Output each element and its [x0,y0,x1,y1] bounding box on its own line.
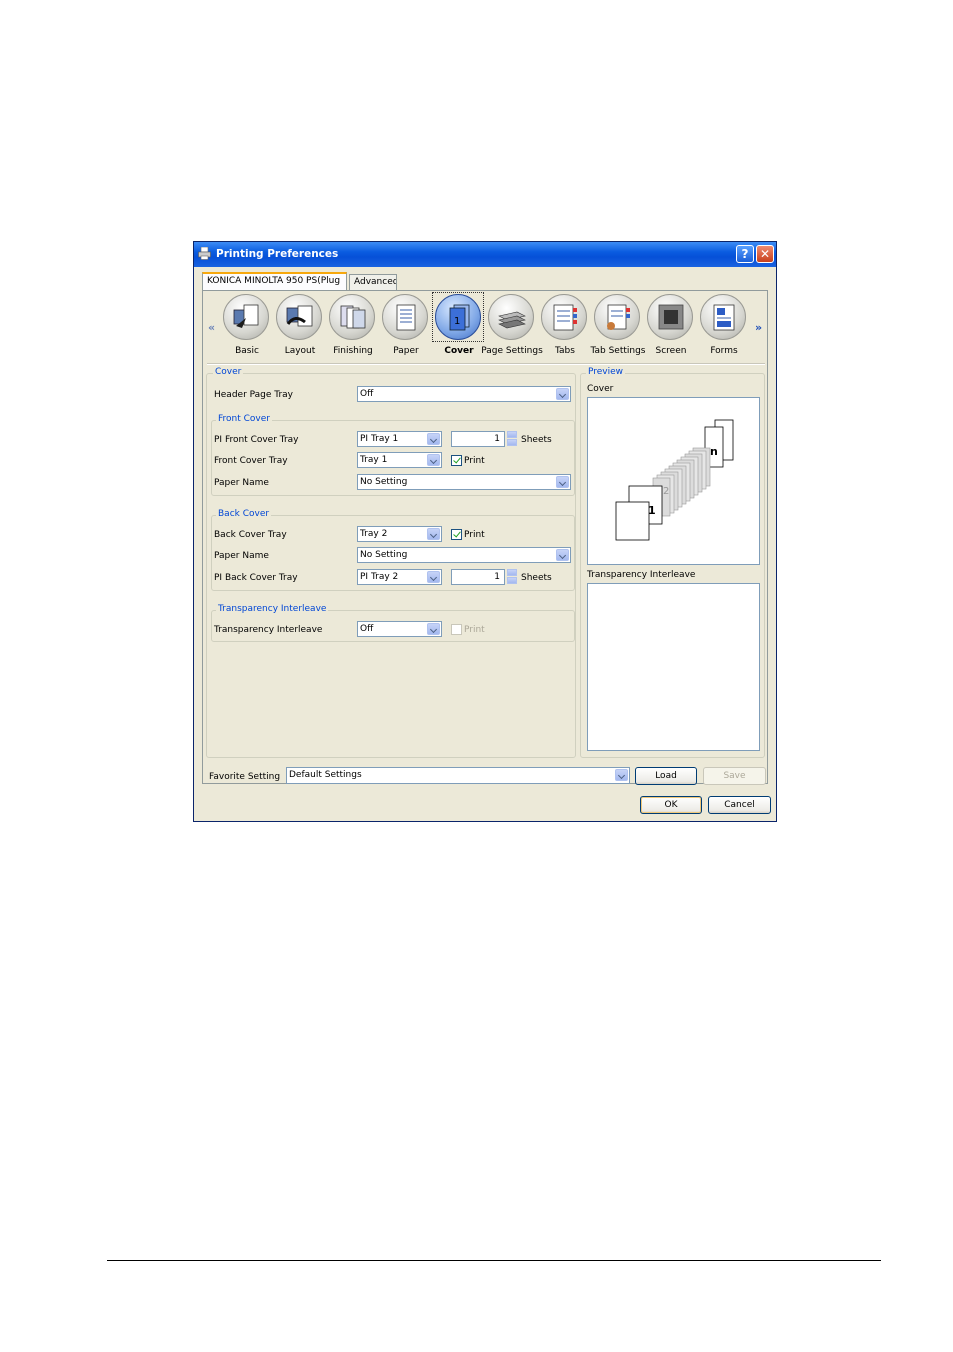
back-paper-name-value: No Setting [360,550,408,560]
chevron-down-icon[interactable] [427,571,440,583]
front-cover-tray-select[interactable]: Tray 1 [357,452,442,468]
back-sheets-label: Sheets [521,573,552,583]
preview-page-2: 2 [663,486,669,497]
tab-advanced[interactable]: Advanced [349,274,397,290]
preview-cover-label: Cover [587,384,614,394]
scroll-right-icon[interactable]: » [755,321,762,334]
cover-legend: Cover [213,367,244,377]
chevron-down-icon[interactable] [615,769,628,781]
up-arrow-icon[interactable] [507,431,517,438]
back-cover-legend: Back Cover [216,509,272,519]
back-print-checkbox[interactable] [451,529,462,540]
favorite-setting-select[interactable]: Default Settings [286,767,630,784]
basic-icon [223,294,269,340]
printing-preferences-window: Printing Preferences ? ✕ KONICA MINOLTA … [193,241,777,822]
transparency-preview [587,583,760,751]
back-paper-name-select[interactable]: No Setting [357,547,571,563]
front-sheets-stepper[interactable] [507,431,517,446]
svg-text:1: 1 [454,316,460,327]
chevron-down-icon[interactable] [556,476,569,488]
back-sheets-input[interactable]: 1 [451,569,505,585]
printer-icon [198,247,211,260]
chevron-down-icon[interactable] [556,388,569,400]
scroll-left-icon[interactable]: « [208,321,215,334]
up-arrow-icon[interactable] [507,569,517,576]
back-cover-tray-value: Tray 2 [360,529,388,539]
tab-printer[interactable]: KONICA MINOLTA 950 PS(Plug [202,272,347,291]
transparency-value: Off [360,624,374,634]
cover-preview-illustration: n 2 1 [615,419,734,541]
front-paper-name-label: Paper Name [214,478,269,488]
page-settings-icon [488,294,534,340]
transparency-label: Transparency Interleave [214,625,323,635]
cover-icon: 1 [435,294,481,340]
screen-icon [647,294,693,340]
layout-icon [276,294,322,340]
title-bar[interactable]: Printing Preferences ? ✕ [194,242,776,267]
pi-back-cover-tray-value: PI Tray 2 [360,572,399,582]
ok-button[interactable]: OK [640,796,702,814]
favorite-setting-value: Default Settings [289,770,362,780]
window-title: Printing Preferences [216,248,339,260]
front-sheets-input[interactable]: 1 [451,431,505,447]
toolbar-label: Forms [710,346,738,356]
cancel-button[interactable]: Cancel [708,796,771,814]
pi-back-cover-tray-select[interactable]: PI Tray 2 [357,569,442,585]
help-button[interactable]: ? [736,245,754,263]
front-paper-name-value: No Setting [360,477,408,487]
favorite-setting-label: Favorite Setting [209,772,281,782]
back-cover-tray-select[interactable]: Tray 2 [357,526,442,542]
close-button[interactable]: ✕ [756,245,774,263]
chevron-down-icon[interactable] [427,528,440,540]
pi-front-cover-tray-select[interactable]: PI Tray 1 [357,431,442,447]
front-sheets-label: Sheets [521,435,552,445]
down-arrow-icon[interactable] [507,439,517,446]
header-page-tray-value: Off [360,389,374,399]
toolbar-divider [207,363,765,365]
transparency-legend: Transparency Interleave [216,604,329,614]
transparency-print-label: Print [464,625,485,635]
preview-page-1: 1 [648,504,656,517]
preview-legend: Preview [586,367,626,377]
chevron-down-icon[interactable] [427,433,440,445]
front-cover-tray-value: Tray 1 [360,455,388,465]
preview-transparency-label: Transparency Interleave [587,570,696,580]
chevron-down-icon[interactable] [427,623,440,635]
back-cover-tray-label: Back Cover Tray [214,530,287,540]
save-button[interactable]: Save [703,767,766,785]
chevron-down-icon[interactable] [556,549,569,561]
header-page-tray-label: Header Page Tray [214,390,293,400]
page-footer-rule [107,1260,881,1261]
transparency-print-checkbox[interactable] [451,624,462,635]
forms-icon [700,294,746,340]
chevron-down-icon[interactable] [427,454,440,466]
front-paper-name-select[interactable]: No Setting [357,474,571,490]
tabs-icon [541,294,587,340]
front-print-label: Print [464,456,485,466]
back-sheets-stepper[interactable] [507,569,517,584]
cover-preview: n 2 1 [587,397,760,565]
toolbar-item-forms[interactable]: Forms [698,294,750,360]
preview-page-n: n [710,445,718,458]
front-cover-legend: Front Cover [216,414,272,424]
tab-settings-icon [594,294,640,340]
pi-front-cover-tray-label: PI Front Cover Tray [214,435,299,445]
transparency-select[interactable]: Off [357,621,442,637]
pi-front-cover-tray-value: PI Tray 1 [360,434,399,444]
front-print-checkbox[interactable] [451,455,462,466]
back-print-label: Print [464,530,485,540]
load-button[interactable]: Load [635,767,697,785]
back-paper-name-label: Paper Name [214,551,269,561]
down-arrow-icon[interactable] [507,577,517,584]
front-cover-tray-label: Front Cover Tray [214,456,288,466]
paper-icon [382,294,428,340]
header-page-tray-select[interactable]: Off [357,386,571,402]
pi-back-cover-tray-label: PI Back Cover Tray [214,573,298,583]
finishing-icon [329,294,375,340]
